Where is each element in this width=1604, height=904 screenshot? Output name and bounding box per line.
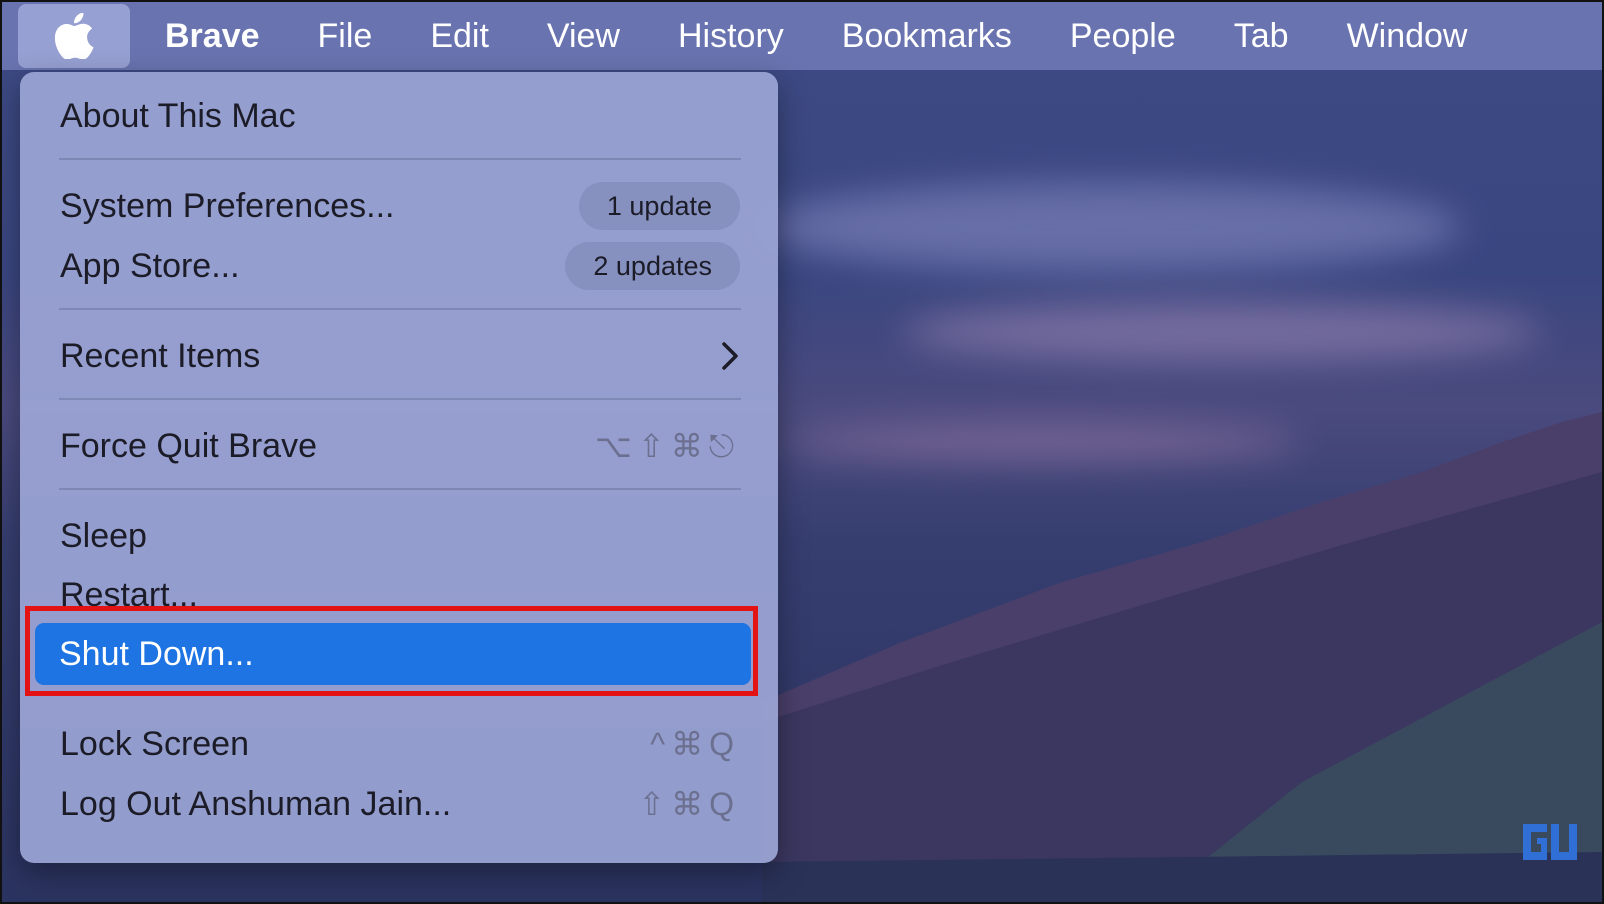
menu-item-label: Log Out Anshuman Jain...	[60, 784, 452, 823]
menu-bookmarks[interactable]: Bookmarks	[813, 2, 1041, 70]
menu-item-system-preferences[interactable]: System Preferences... 1 update	[20, 178, 778, 234]
update-badge: 1 update	[578, 182, 740, 230]
menu-item-lock-screen[interactable]: Lock Screen ^⌘Q	[20, 716, 778, 772]
menu-item-label: Lock Screen	[60, 724, 249, 763]
desktop: Brave File Edit View History Bookmarks P…	[0, 0, 1604, 904]
menu-separator	[59, 488, 741, 490]
menu-separator	[59, 398, 741, 400]
menu-item-app-store[interactable]: App Store... 2 updates	[20, 238, 778, 294]
gadgets-to-use-logo-icon	[1523, 824, 1577, 860]
menu-item-sleep[interactable]: Sleep	[20, 508, 778, 564]
menu-item-label: Recent Items	[60, 336, 261, 375]
annotation-highlight-box	[25, 606, 758, 696]
menu-item-about[interactable]: About This Mac	[20, 88, 778, 144]
apple-menu-button[interactable]	[18, 4, 130, 68]
menu-item-label: Sleep	[60, 516, 147, 555]
menu-item-label: App Store...	[60, 246, 240, 285]
keyboard-shortcut: ^⌘Q	[650, 726, 740, 762]
menu-separator	[59, 308, 741, 310]
update-badge: 2 updates	[565, 242, 740, 290]
menu-app-brave[interactable]: Brave	[136, 2, 289, 70]
menu-item-recent-items[interactable]: Recent Items	[20, 328, 778, 384]
keyboard-shortcut: ⌥⇧⌘⎋	[595, 427, 740, 464]
menu-file[interactable]: File	[289, 2, 402, 70]
menu-item-log-out[interactable]: Log Out Anshuman Jain... ⇧⌘Q	[20, 776, 778, 832]
apple-logo-icon	[54, 13, 94, 59]
menu-people[interactable]: People	[1041, 2, 1205, 70]
menu-edit[interactable]: Edit	[401, 2, 518, 70]
apple-dropdown-menu: About This Mac System Preferences... 1 u…	[20, 72, 778, 863]
menu-item-label: Force Quit Brave	[60, 426, 317, 465]
keyboard-shortcut: ⇧⌘Q	[638, 786, 740, 822]
chevron-right-icon	[722, 342, 738, 370]
menu-separator	[59, 158, 741, 160]
menu-item-label: System Preferences...	[60, 186, 395, 225]
menu-window[interactable]: Window	[1318, 2, 1497, 70]
watermark-logo	[1518, 818, 1588, 874]
menu-history[interactable]: History	[649, 2, 813, 70]
menu-bar: Brave File Edit View History Bookmarks P…	[2, 2, 1602, 70]
menu-tab[interactable]: Tab	[1205, 2, 1318, 70]
menu-item-label: About This Mac	[60, 96, 296, 135]
menu-item-force-quit[interactable]: Force Quit Brave ⌥⇧⌘⎋	[20, 418, 778, 474]
menu-view[interactable]: View	[518, 2, 649, 70]
